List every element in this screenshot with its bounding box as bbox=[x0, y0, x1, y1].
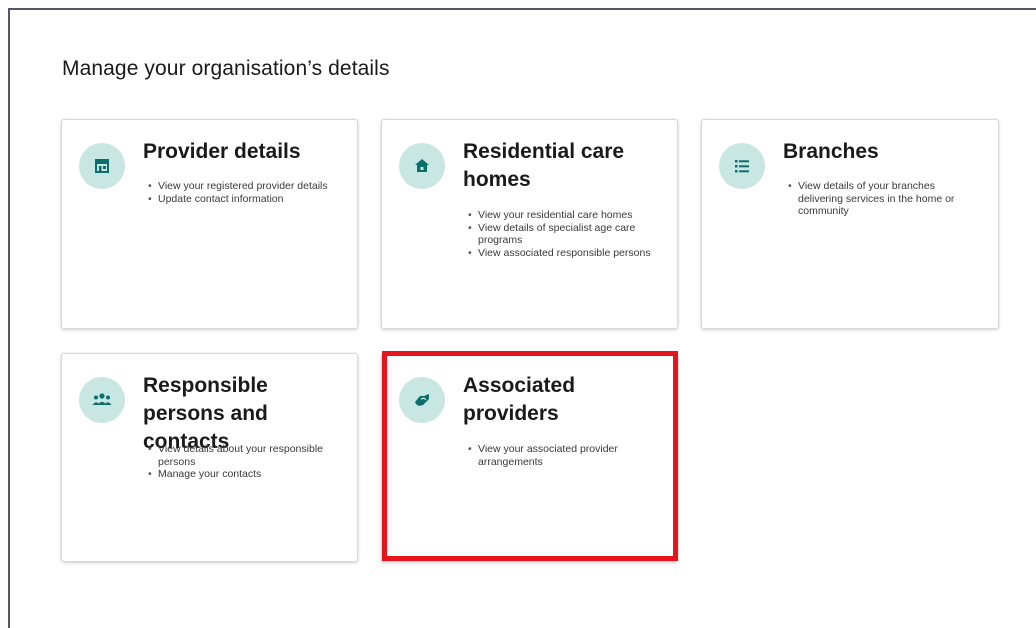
list-icon bbox=[719, 143, 765, 189]
list-item: Update contact information bbox=[148, 193, 341, 206]
list-item: View your associated provider arrangemen… bbox=[468, 443, 661, 468]
card-bullet-list: View details about your responsible pers… bbox=[148, 443, 341, 481]
card-residential-care-homes[interactable]: Residential care homes View your residen… bbox=[381, 119, 678, 329]
card-bullet-list: View details of your branches delivering… bbox=[788, 180, 982, 218]
list-item: View associated responsible persons bbox=[468, 247, 661, 260]
card-title: Residential care homes bbox=[463, 140, 625, 191]
list-item: View details of your branches delivering… bbox=[788, 180, 982, 218]
card-title: Branches bbox=[783, 140, 879, 163]
home-icon bbox=[399, 143, 445, 189]
card-bullet-list: View your registered provider details Up… bbox=[148, 180, 341, 205]
storefront-icon bbox=[79, 143, 125, 189]
card-associated-providers[interactable]: Associated providers View your associate… bbox=[381, 353, 678, 562]
card-bullet-list: View your associated provider arrangemen… bbox=[468, 443, 661, 468]
list-item: View details of specialist age care prog… bbox=[468, 222, 661, 247]
card-title: Provider details bbox=[143, 140, 301, 163]
handshake-icon bbox=[399, 377, 445, 423]
list-item: View your residential care homes bbox=[468, 209, 661, 222]
card-title: Associated providers bbox=[463, 374, 576, 425]
card-responsible-persons[interactable]: Responsible persons and contacts View de… bbox=[61, 353, 358, 562]
list-item: Manage your contacts bbox=[148, 468, 341, 481]
people-icon bbox=[79, 377, 125, 423]
page-title: Manage your organisation’s details bbox=[62, 57, 390, 80]
card-branches[interactable]: Branches View details of your branches d… bbox=[701, 119, 999, 329]
card-provider-details[interactable]: Provider details View your registered pr… bbox=[61, 119, 358, 329]
list-item: View details about your responsible pers… bbox=[148, 443, 341, 468]
list-item: View your registered provider details bbox=[148, 180, 341, 193]
card-bullet-list: View your residential care homes View de… bbox=[468, 209, 661, 259]
